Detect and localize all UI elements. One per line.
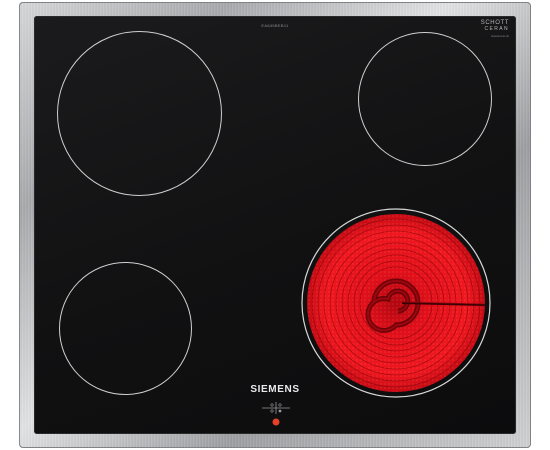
brand-logo: SIEMENS	[250, 384, 300, 395]
cooking-zone-rear-right	[358, 32, 492, 166]
zone-layout-icon	[262, 402, 290, 426]
ceran-logo-line2: CERAN	[484, 26, 509, 32]
ceramic-glass-cooktop: EA645BEB11 SCHOTT CERAN Glasskeramik SIE…	[34, 16, 516, 434]
control-panel	[258, 400, 294, 430]
cooking-zone-front-right-heated	[300, 207, 492, 399]
product-image: EA645BEB11 SCHOTT CERAN Glasskeramik SIE…	[0, 0, 550, 450]
cooking-zone-rear-left	[57, 31, 222, 196]
power-indicator-light-icon	[272, 418, 280, 426]
cooking-zone-front-left	[59, 262, 192, 395]
ceran-logo-line3: Glasskeramik	[490, 34, 509, 38]
heating-element-icon	[301, 208, 491, 398]
schott-ceran-logo: SCHOTT CERAN Glasskeramik	[475, 20, 509, 38]
model-number: EA645BEB11	[261, 23, 289, 28]
